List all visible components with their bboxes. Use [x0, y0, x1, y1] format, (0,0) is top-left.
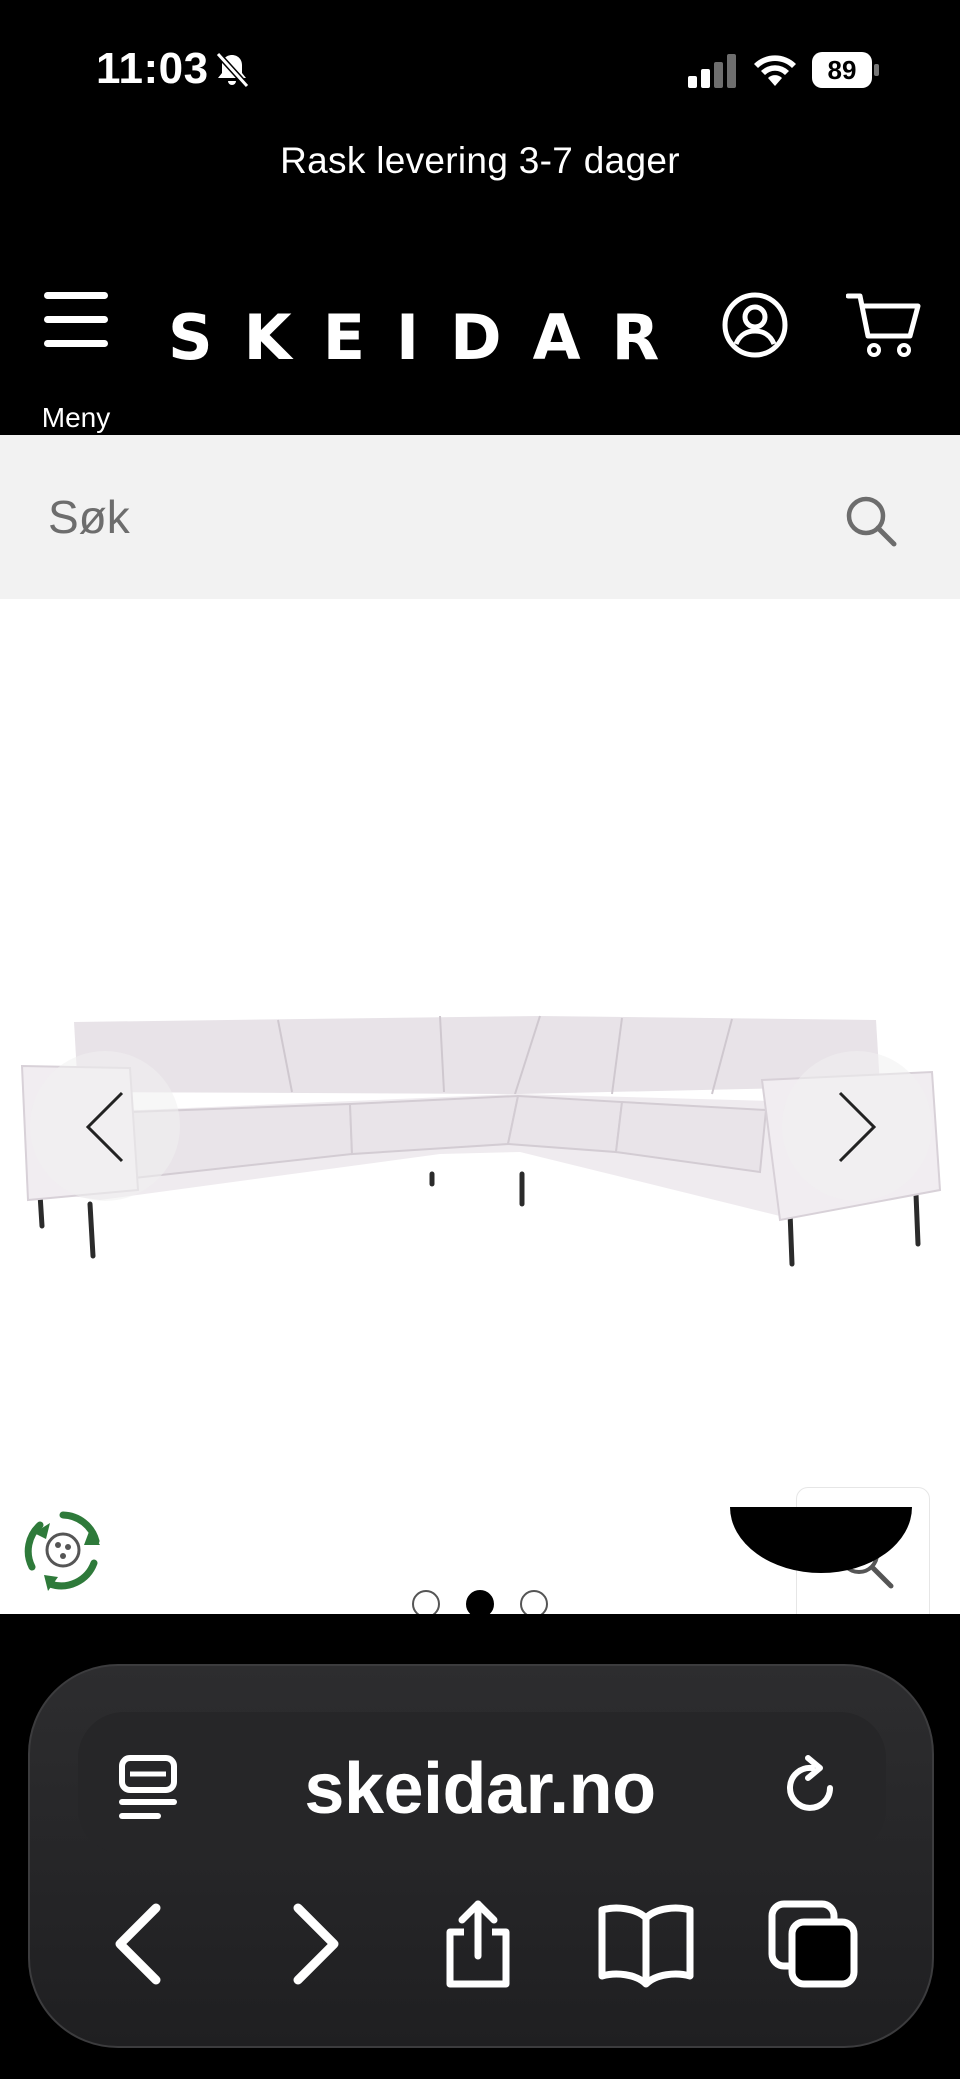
- next-image-button[interactable]: [782, 1051, 932, 1201]
- forward-icon[interactable]: [288, 1900, 344, 1988]
- promo-banner: Rask levering 3-7 dager: [280, 140, 680, 181]
- reader-icon[interactable]: [116, 1754, 180, 1820]
- menu-button[interactable]: Meny: [30, 290, 122, 433]
- cart-icon[interactable]: [846, 290, 922, 360]
- back-icon[interactable]: [110, 1900, 166, 1988]
- slide-dot-active[interactable]: [466, 1590, 494, 1614]
- slide-dot[interactable]: [412, 1590, 440, 1614]
- status-time: 11:03: [96, 44, 209, 93]
- slide-dot[interactable]: [520, 1590, 548, 1614]
- chevron-right-icon: [838, 1091, 877, 1163]
- url-text[interactable]: skeidar.no: [220, 1752, 740, 1826]
- share-icon[interactable]: [438, 1900, 518, 1988]
- eco-icon[interactable]: [20, 1507, 106, 1593]
- hamburger-icon: [44, 292, 108, 347]
- search-bar: [0, 435, 960, 599]
- wifi-icon: [754, 55, 796, 86]
- chevron-left-icon: [85, 1091, 124, 1163]
- bookmarks-icon[interactable]: [596, 1900, 696, 1988]
- site-header: Meny SKEIDAR: [0, 260, 960, 435]
- cellular-signal-icon: [688, 54, 736, 88]
- browser-toolbar: [0, 1614, 960, 2079]
- search-input[interactable]: [48, 479, 808, 555]
- account-icon[interactable]: [722, 292, 788, 358]
- tabs-icon[interactable]: [768, 1900, 860, 1988]
- bell-muted-icon: [215, 51, 250, 89]
- skeidar-logo[interactable]: SKEIDAR: [168, 298, 659, 378]
- battery-icon: 89: [812, 52, 879, 88]
- search-icon[interactable]: [844, 494, 898, 548]
- reload-icon[interactable]: [782, 1754, 842, 1818]
- product-gallery: [0, 599, 960, 1614]
- slide-indicator: [408, 1590, 558, 1614]
- previous-image-button[interactable]: [30, 1051, 180, 1201]
- menu-label: Meny: [41, 402, 111, 433]
- battery-level: 89: [812, 52, 872, 88]
- status-bar: 11:03 89: [0, 0, 960, 140]
